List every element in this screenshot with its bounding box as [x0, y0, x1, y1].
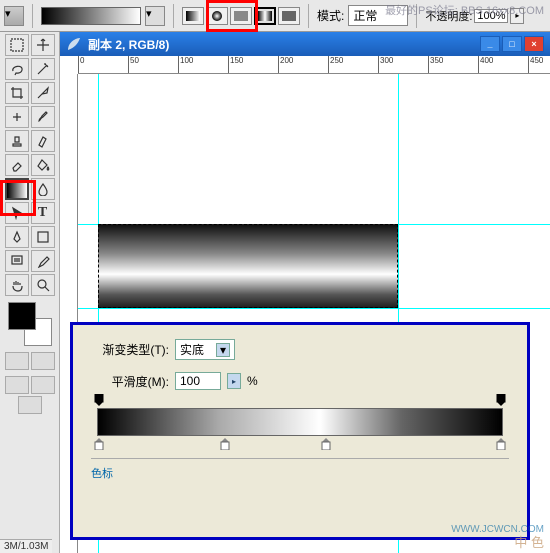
quickmask-row — [2, 352, 57, 370]
opacity-stop[interactable] — [495, 394, 507, 406]
status-bar: 3M/1.03M — [0, 539, 52, 553]
shape-tool[interactable] — [31, 226, 55, 248]
screen-mode-1[interactable] — [5, 376, 29, 394]
gradient-bar[interactable] — [97, 408, 503, 436]
slice-tool[interactable] — [31, 82, 55, 104]
move-tool[interactable] — [31, 34, 55, 56]
ruler-tick: 400 — [478, 56, 493, 74]
close-button[interactable]: × — [524, 36, 544, 52]
tool-preset-dropdown[interactable]: ▾ — [4, 6, 24, 26]
document-title: 副本 2, RGB/8) — [88, 36, 169, 53]
pen-tool[interactable] — [5, 226, 29, 248]
bucket-tool[interactable] — [31, 154, 55, 176]
eraser-tool[interactable] — [5, 154, 29, 176]
color-stop[interactable] — [320, 438, 332, 450]
opacity-stop[interactable] — [93, 394, 105, 406]
app-icon — [66, 36, 82, 52]
radial-gradient-button[interactable] — [206, 7, 228, 25]
color-swatches — [8, 302, 52, 346]
smoothness-input[interactable]: 100 — [175, 372, 221, 390]
toolbox: T — [0, 32, 60, 553]
ruler-tick: 150 — [228, 56, 243, 74]
chevron-down-icon: ▾ — [216, 343, 230, 357]
quickmask-button[interactable] — [31, 352, 55, 370]
memory-status: 3M/1.03M — [4, 541, 48, 552]
watermark: 最好的PS论坛: BBS.16xx8.COM — [385, 2, 544, 18]
blur-tool[interactable] — [31, 178, 55, 200]
mode-label: 模式: — [317, 7, 344, 24]
marquee-tool[interactable] — [5, 34, 29, 56]
screen-mode-2[interactable] — [31, 376, 55, 394]
watermark: WWW.JCWCN.COM — [451, 524, 544, 535]
hand-tool[interactable] — [5, 274, 29, 296]
gradient-bar-container — [97, 408, 503, 436]
color-stop[interactable] — [93, 438, 105, 450]
ruler-tick: 100 — [178, 56, 193, 74]
ruler-horizontal[interactable]: 0501001502002503003504004505005506006507… — [78, 56, 550, 74]
stops-label: 色标 — [91, 468, 113, 480]
gradient-type-value: 实底 — [180, 341, 204, 358]
marquee-selection[interactable] — [98, 224, 398, 308]
history-brush-tool[interactable] — [31, 130, 55, 152]
gradient-picker[interactable] — [41, 7, 141, 25]
color-stops-section-label: 色标 — [91, 458, 509, 481]
heal-tool[interactable] — [5, 106, 29, 128]
diamond-gradient-button[interactable] — [278, 7, 300, 25]
titlebar[interactable]: 副本 2, RGB/8) _ □ × — [60, 32, 550, 56]
wand-tool[interactable] — [31, 58, 55, 80]
smoothness-arrow[interactable]: ▸ — [227, 373, 241, 389]
path-select-tool[interactable] — [5, 202, 29, 224]
type-tool[interactable]: T — [31, 202, 55, 224]
separator — [32, 4, 33, 28]
standard-mode-button[interactable] — [5, 352, 29, 370]
separator — [173, 4, 174, 28]
smoothness-label: 平滑度(M): — [91, 373, 169, 390]
color-stop[interactable] — [219, 438, 231, 450]
gradient-picker-arrow[interactable]: ▾ — [145, 6, 165, 26]
color-stop[interactable] — [495, 438, 507, 450]
stamp-tool[interactable] — [5, 130, 29, 152]
foreground-color[interactable] — [8, 302, 36, 330]
ruler-tick: 200 — [278, 56, 293, 74]
gradient-tool[interactable] — [5, 178, 29, 200]
crop-tool[interactable] — [5, 82, 29, 104]
lasso-tool[interactable] — [5, 58, 29, 80]
ruler-tick: 50 — [128, 56, 139, 74]
maximize-button[interactable]: □ — [502, 36, 522, 52]
gradient-type-select[interactable]: 实底 ▾ — [175, 339, 235, 360]
screenmode-row — [2, 376, 57, 414]
zoom-tool[interactable] — [31, 274, 55, 296]
minimize-button[interactable]: _ — [480, 36, 500, 52]
notes-tool[interactable] — [5, 250, 29, 272]
ruler-tick: 250 — [328, 56, 343, 74]
angle-gradient-button[interactable] — [230, 7, 252, 25]
percent-label: % — [247, 374, 258, 388]
eyedropper-tool[interactable] — [31, 250, 55, 272]
ruler-tick: 450 — [528, 56, 543, 74]
ruler-tick: 0 — [78, 56, 84, 74]
separator — [308, 4, 309, 28]
guide-horizontal[interactable] — [78, 308, 550, 309]
linear-gradient-button[interactable] — [182, 7, 204, 25]
gradient-style-group — [182, 7, 300, 25]
brush-tool[interactable] — [31, 106, 55, 128]
ruler-tick: 300 — [378, 56, 393, 74]
gradient-editor-panel: 渐变类型(T): 实底 ▾ 平滑度(M): 100 ▸ % 色标 — [70, 322, 530, 540]
ruler-tick: 350 — [428, 56, 443, 74]
reflected-gradient-button[interactable] — [254, 7, 276, 25]
screen-mode-3[interactable] — [18, 396, 42, 414]
gradient-type-label: 渐变类型(T): — [91, 341, 169, 358]
